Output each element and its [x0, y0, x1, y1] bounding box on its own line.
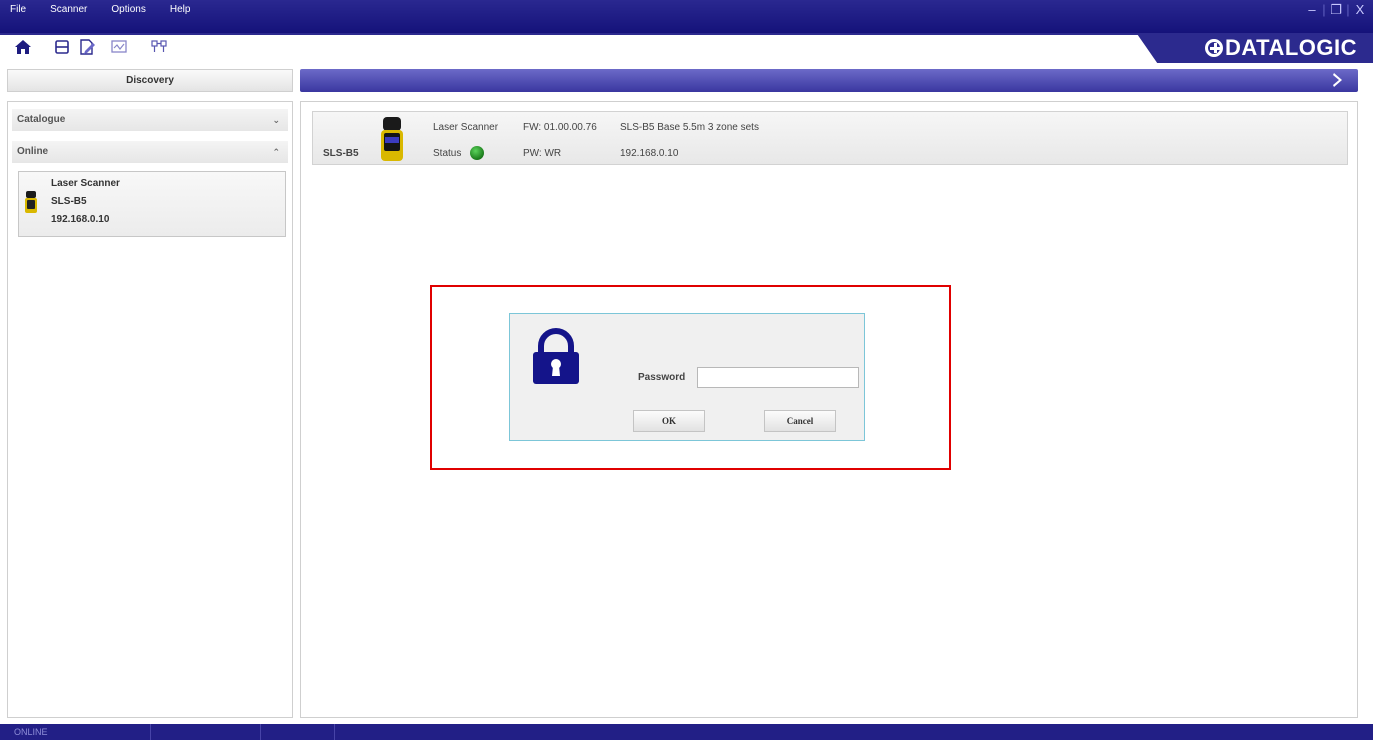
- device-model: SLS-B5: [323, 148, 359, 159]
- chevron-up-icon: ⌃: [272, 147, 280, 157]
- device-description: SLS-B5 Base 5.5m 3 zone sets: [620, 122, 759, 133]
- datalogic-logo: DATALOGIC: [1205, 34, 1357, 62]
- status-bar: ONLINE: [0, 724, 1373, 740]
- logo-mark-icon: [1205, 39, 1223, 57]
- close-button[interactable]: X: [1353, 2, 1367, 18]
- device-password-level: PW: WR: [523, 148, 562, 159]
- logo-label: DATALOGIC: [1225, 35, 1357, 60]
- device-firmware: FW: 01.00.00.76: [523, 122, 597, 133]
- menu-scanner[interactable]: Scanner: [38, 0, 99, 20]
- status-indicator: [470, 146, 484, 160]
- divider: |: [1322, 2, 1326, 17]
- device-type: Laser Scanner: [433, 122, 499, 133]
- discovery-button[interactable]: Discovery: [7, 69, 293, 92]
- monitor-icon[interactable]: [110, 38, 128, 56]
- divider: [150, 724, 151, 740]
- home-icon[interactable]: [14, 38, 32, 56]
- password-dialog: Password OK Cancel: [509, 313, 865, 441]
- chevron-right-icon[interactable]: [1332, 72, 1344, 88]
- menu-help[interactable]: Help: [158, 0, 203, 20]
- laser-scanner-icon: [381, 117, 403, 161]
- app-window: File Scanner Options Help – | ❐ | X DATA…: [0, 0, 1373, 740]
- password-label: Password: [638, 372, 686, 383]
- network-icon[interactable]: [150, 38, 168, 56]
- online-label: Online: [17, 146, 49, 157]
- catalogue-label: Catalogue: [17, 114, 66, 125]
- device-summary-row[interactable]: SLS-B5 Laser Scanner FW: 01.00.00.76 SLS…: [312, 111, 1348, 165]
- status-label: Status: [433, 148, 462, 159]
- device-card-ip: 192.168.0.10: [51, 214, 110, 225]
- lock-icon: [533, 328, 579, 384]
- device-card-model: SLS-B5: [51, 196, 87, 207]
- ok-button[interactable]: OK: [633, 410, 705, 432]
- restore-button[interactable]: ❐: [1329, 2, 1343, 18]
- minimize-button[interactable]: –: [1305, 2, 1319, 18]
- cancel-button[interactable]: Cancel: [764, 410, 836, 432]
- device-card[interactable]: Laser Scanner SLS-B5 192.168.0.10: [18, 171, 286, 237]
- menu-file[interactable]: File: [0, 0, 38, 20]
- device-ip: 192.168.0.10: [620, 148, 679, 159]
- catalogue-section-header[interactable]: Catalogue ⌄: [12, 109, 288, 131]
- menu-options[interactable]: Options: [99, 0, 157, 20]
- menu-bar: File Scanner Options Help – | ❐ | X: [0, 0, 1373, 33]
- window-controls: – | ❐ | X: [1305, 2, 1367, 18]
- save-icon[interactable]: [53, 38, 71, 56]
- password-input[interactable]: [697, 367, 859, 388]
- online-section-header[interactable]: Online ⌃: [12, 141, 288, 163]
- device-card-type: Laser Scanner: [51, 178, 120, 189]
- divider: [334, 724, 335, 740]
- divider: [260, 724, 261, 740]
- chevron-down-icon: ⌄: [272, 115, 280, 125]
- header-bar: [300, 69, 1358, 92]
- sidebar: Catalogue ⌄ Online ⌃ Laser Scanner SLS-B…: [7, 101, 293, 718]
- connection-status: ONLINE: [14, 727, 48, 737]
- laser-scanner-icon: [25, 191, 37, 213]
- divider: |: [1346, 2, 1350, 17]
- edit-document-icon[interactable]: [78, 38, 96, 56]
